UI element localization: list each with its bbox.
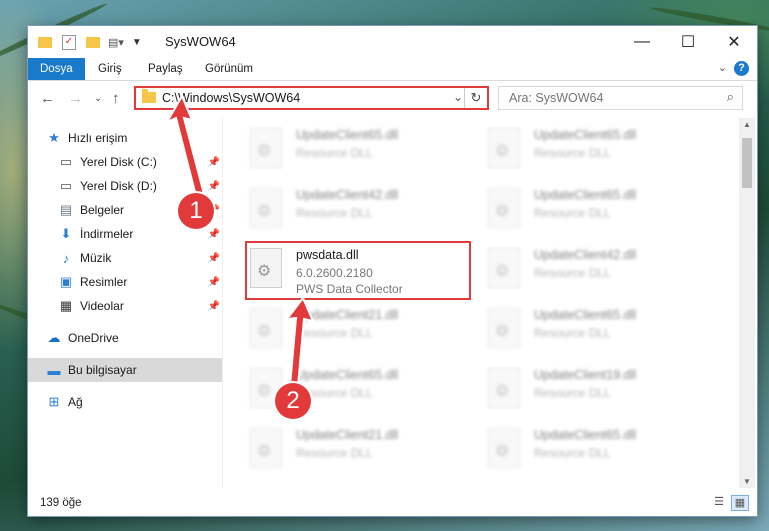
callout-2: 2 (275, 383, 311, 419)
arrow-2 (284, 296, 315, 387)
annotation-arrows (164, 93, 315, 387)
arrow-1 (164, 93, 206, 198)
callout-1: 1 (178, 193, 214, 229)
